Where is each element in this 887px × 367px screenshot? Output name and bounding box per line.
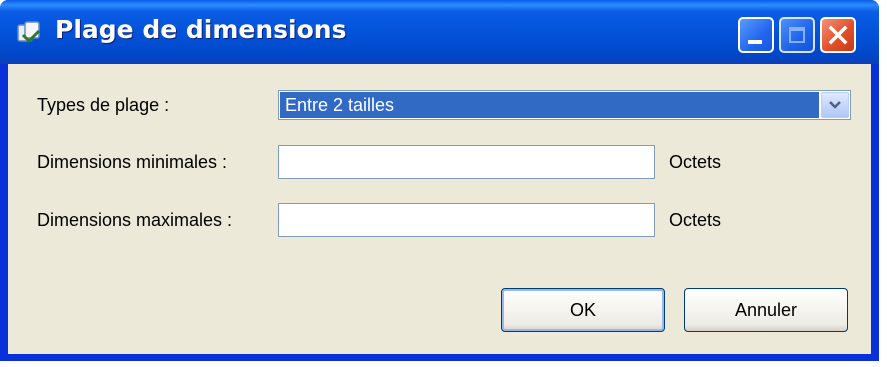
app-icon — [17, 21, 41, 44]
max-dimension-unit: Octets — [669, 210, 722, 230]
close-icon — [828, 25, 848, 45]
range-type-selected-value: Entre 2 tailles — [280, 92, 819, 118]
window-title: Plage de dimensions — [55, 15, 347, 44]
maximize-icon — [789, 27, 805, 43]
minimize-icon — [748, 40, 762, 44]
dialog-window: Plage de dimensions Types de plage : Ent… — [0, 0, 879, 361]
dialog-body: Types de plage : Entre 2 tailles Dimensi… — [8, 64, 871, 354]
range-type-select[interactable]: Entre 2 tailles — [278, 90, 851, 120]
dropdown-button[interactable] — [821, 92, 849, 118]
min-dimension-input[interactable] — [278, 145, 655, 179]
title-bar[interactable]: Plage de dimensions — [0, 0, 879, 64]
chevron-down-icon — [829, 101, 841, 109]
minimize-button[interactable] — [738, 17, 774, 53]
maximize-button[interactable] — [779, 17, 815, 53]
max-dimension-input[interactable] — [278, 203, 655, 237]
min-dimension-unit: Octets — [669, 152, 722, 172]
cancel-button[interactable]: Annuler — [684, 288, 848, 332]
close-button[interactable] — [820, 17, 856, 53]
range-type-label: Types de plage : — [37, 95, 170, 115]
min-dimension-label: Dimensions minimales : — [37, 152, 228, 172]
max-dimension-label: Dimensions maximales : — [37, 210, 233, 230]
ok-button[interactable]: OK — [501, 288, 665, 332]
